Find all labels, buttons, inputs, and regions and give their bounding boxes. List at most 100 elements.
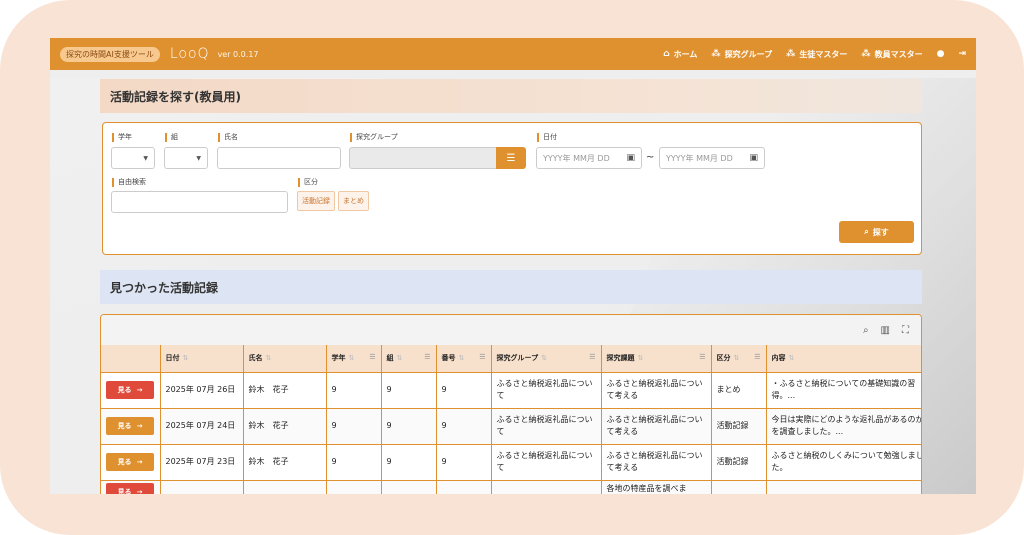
search-icon[interactable]: ⌕ bbox=[863, 325, 869, 336]
list-icon: ☰ bbox=[506, 152, 516, 164]
chevron-down-icon: ▼ bbox=[143, 155, 148, 162]
account-button[interactable]: ● bbox=[937, 49, 945, 59]
cell-name: 鈴木 花子 bbox=[243, 372, 327, 409]
arrow-right-icon: → bbox=[136, 487, 143, 495]
arrow-right-icon: → bbox=[136, 422, 143, 430]
date-label: 日付 bbox=[537, 133, 557, 142]
columns-icon[interactable]: ▥ bbox=[881, 325, 890, 336]
search-panel: 学年 ▼ 組 ▼ 氏名 探究グループ ☰ 日付 YYYY年 MM月 DD ▣ ~… bbox=[102, 122, 922, 255]
sort-icon: ⇅ bbox=[348, 354, 355, 363]
column-menu-icon: ☰ bbox=[754, 353, 761, 362]
table-header-row: 日付 ⇅ 氏名 ⇅ 学年 ⇅ ☰ 組 ⇅ ☰ 番号 ⇅ ☰ 探究グループ ⇅ ☰ 探究課題 ⇅ ☰ 区分… bbox=[101, 345, 921, 373]
cell-content bbox=[766, 480, 921, 494]
column-header-category[interactable]: 区分 ⇅ ☰ bbox=[711, 345, 767, 373]
cell-name: 鈴木 花子 bbox=[243, 408, 327, 445]
name-input[interactable] bbox=[217, 147, 341, 169]
group-input[interactable] bbox=[349, 147, 497, 169]
column-header bbox=[101, 345, 161, 373]
table-toolbar: ⌕ ▥ ⛶ bbox=[101, 315, 921, 345]
nav-groups[interactable]: ⁂ 探究グループ bbox=[711, 49, 772, 60]
category-chip-summary[interactable]: まとめ bbox=[338, 191, 369, 211]
person-icon: ● bbox=[936, 49, 945, 59]
table-row: 見る → 2025年 07月 26日 鈴木 花子 9 9 9 ふるさと納税返礼品に… bbox=[101, 372, 921, 409]
sort-icon: ⇅ bbox=[637, 354, 644, 363]
date-to-field[interactable]: YYYY年 MM月 DD ▣ bbox=[659, 147, 765, 169]
view-button[interactable]: 見る → bbox=[106, 381, 154, 399]
app-logo[interactable]: LooQ bbox=[170, 46, 210, 62]
date-range-separator: ~ bbox=[646, 152, 655, 163]
fullscreen-icon[interactable]: ⛶ bbox=[902, 325, 909, 336]
cell-category: 活動記録 bbox=[711, 444, 767, 481]
cell-category bbox=[711, 480, 767, 494]
view-button[interactable]: 見る → bbox=[106, 453, 154, 471]
calendar-icon[interactable]: ▣ bbox=[626, 153, 635, 163]
group-label: 探究グループ bbox=[350, 133, 398, 142]
class-label: 組 bbox=[165, 133, 178, 142]
column-header-class[interactable]: 組 ⇅ ☰ bbox=[381, 345, 437, 373]
cell-class: 9 bbox=[381, 408, 437, 445]
arrow-right-icon: → bbox=[136, 386, 143, 394]
column-header-number[interactable]: 番号 ⇅ ☰ bbox=[436, 345, 492, 373]
cell-content: ふるさと納税のしくみについて勉強しました。 bbox=[766, 444, 921, 481]
nav-students[interactable]: ⁂ 生徒マスター bbox=[786, 49, 847, 60]
column-menu-icon: ☰ bbox=[479, 353, 486, 362]
cell-number bbox=[436, 480, 492, 494]
app-header: 探究の時間AI支援ツール LooQ ver 0.0.17 ⌂ ホーム ⁂ 探究グ… bbox=[50, 38, 976, 70]
cell-number: 9 bbox=[436, 408, 492, 445]
cell-name: 鈴木 花子 bbox=[243, 444, 327, 481]
cell-content: 今日は実際にどのような返礼品があるのかを調査しました。... bbox=[766, 408, 921, 445]
category-chip-activity[interactable]: 活動記録 bbox=[297, 191, 335, 211]
name-label: 氏名 bbox=[218, 133, 238, 142]
view-button[interactable]: 見る → bbox=[106, 482, 154, 495]
grade-label: 学年 bbox=[112, 133, 132, 142]
sort-icon: ⇅ bbox=[733, 354, 740, 363]
table-row: 見る → 各地の特産品を調べま bbox=[101, 480, 921, 495]
cell-group: ふるさと納税返礼品について bbox=[491, 444, 602, 481]
cell-class: 9 bbox=[381, 444, 437, 481]
group-list-button[interactable]: ☰ bbox=[496, 147, 526, 169]
cell-date: 2025年 07月 24日 bbox=[160, 408, 244, 445]
view-button[interactable]: 見る → bbox=[106, 417, 154, 435]
cell-group: ふるさと納税返礼品について bbox=[491, 372, 602, 409]
date-from-field[interactable]: YYYY年 MM月 DD ▣ bbox=[536, 147, 642, 169]
logout-button[interactable]: ⇥ bbox=[958, 49, 966, 59]
teachers-icon: ⁂ bbox=[861, 49, 871, 59]
column-header-grade[interactable]: 学年 ⇅ ☰ bbox=[326, 345, 382, 373]
column-header-name[interactable]: 氏名 ⇅ bbox=[243, 345, 327, 373]
app-screen: 探究の時間AI支援ツール LooQ ver 0.0.17 ⌂ ホーム ⁂ 探究グ… bbox=[50, 38, 976, 494]
results-section-title: 見つかった活動記録 bbox=[100, 270, 922, 304]
column-header-group[interactable]: 探究グループ ⇅ ☰ bbox=[491, 345, 602, 373]
cell-content: ・ふるさと納税についての基礎知識の習得。... bbox=[766, 372, 921, 409]
column-menu-icon: ☰ bbox=[699, 353, 706, 362]
column-menu-icon: ☰ bbox=[369, 353, 376, 362]
sort-icon: ⇅ bbox=[396, 354, 403, 363]
category-label: 区分 bbox=[298, 178, 318, 187]
freetext-input[interactable] bbox=[111, 191, 288, 213]
cell-number: 9 bbox=[436, 444, 492, 481]
results-table: 日付 ⇅ 氏名 ⇅ 学年 ⇅ ☰ 組 ⇅ ☰ 番号 ⇅ ☰ 探究グループ ⇅ ☰ 探究課題 ⇅ ☰ 区分… bbox=[101, 345, 921, 495]
grade-select[interactable]: ▼ bbox=[111, 147, 155, 169]
cell-grade: 9 bbox=[326, 444, 382, 481]
cell-grade: 9 bbox=[326, 408, 382, 445]
cell-grade: 9 bbox=[326, 372, 382, 409]
column-header-topic[interactable]: 探究課題 ⇅ ☰ bbox=[601, 345, 712, 373]
top-nav: ⌂ ホーム ⁂ 探究グループ ⁂ 生徒マスター ⁂ 教員マスター ● ⇥ bbox=[663, 49, 966, 60]
cell-class: 9 bbox=[381, 372, 437, 409]
cell-date bbox=[160, 480, 244, 494]
nav-home[interactable]: ⌂ ホーム bbox=[663, 49, 697, 60]
sort-icon: ⇅ bbox=[541, 354, 547, 363]
calendar-icon[interactable]: ▣ bbox=[749, 153, 758, 163]
table-row: 見る → 2025年 07月 23日 鈴木 花子 9 9 9 ふるさと納税返礼品に… bbox=[101, 444, 921, 481]
app-tag: 探究の時間AI支援ツール bbox=[60, 46, 160, 62]
nav-teachers[interactable]: ⁂ 教員マスター bbox=[861, 49, 922, 60]
cell-topic: 各地の特産品を調べま bbox=[601, 480, 712, 494]
arrow-right-icon: → bbox=[136, 458, 143, 466]
sort-icon: ⇅ bbox=[265, 354, 272, 363]
column-header-content[interactable]: 内容 ⇅ bbox=[766, 345, 921, 373]
cell-name bbox=[243, 480, 327, 494]
cell-class bbox=[381, 480, 437, 494]
search-button[interactable]: ⌕ 探す bbox=[839, 221, 914, 243]
class-select[interactable]: ▼ bbox=[164, 147, 208, 169]
cell-number: 9 bbox=[436, 372, 492, 409]
column-header-date[interactable]: 日付 ⇅ bbox=[160, 345, 244, 373]
